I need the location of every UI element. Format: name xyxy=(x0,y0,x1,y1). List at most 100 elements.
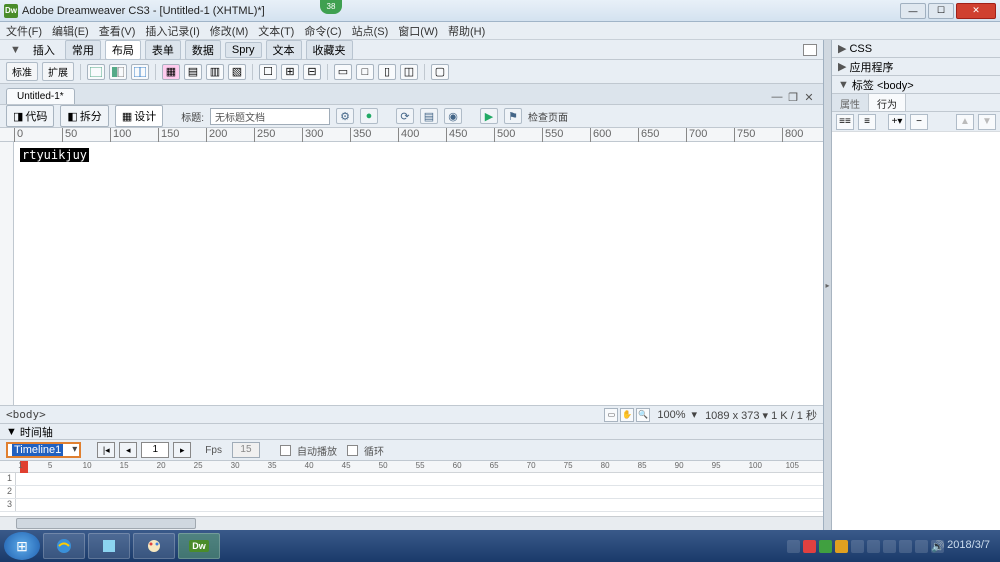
insert-tab-common[interactable]: 常用 xyxy=(65,40,101,60)
panel-tag[interactable]: ▼标签 <body> xyxy=(832,76,1000,94)
menu-window[interactable]: 窗口(W) xyxy=(398,23,438,39)
layout-icon-6[interactable]: ▥ xyxy=(206,64,224,80)
menu-view[interactable]: 查看(V) xyxy=(99,23,136,39)
layout-icon-2[interactable] xyxy=(109,64,127,80)
insert-tab-text[interactable]: 文本 xyxy=(266,40,302,60)
autoplay-checkbox[interactable] xyxy=(280,445,291,456)
tray-icon[interactable] xyxy=(867,540,880,553)
behavior-add-button[interactable]: +▾ xyxy=(888,114,906,130)
timeline-first-button[interactable]: |◂ xyxy=(97,442,115,458)
layout-icon-15[interactable]: ▢ xyxy=(431,64,449,80)
layout-icon-13[interactable]: ▯ xyxy=(378,64,396,80)
start-button[interactable]: ⊞ xyxy=(4,532,40,560)
timeline-next-button[interactable]: ▸ xyxy=(173,442,191,458)
timeline-collapse-icon[interactable]: ▼ xyxy=(6,426,17,438)
insert-tab-fav[interactable]: 收藏夹 xyxy=(306,40,353,60)
tab-behaviors[interactable]: 行为 xyxy=(869,94,906,111)
behavior-up-button[interactable]: ▲ xyxy=(956,114,974,130)
check-page-label[interactable]: 检查页面 xyxy=(528,109,568,124)
menu-site[interactable]: 站点(S) xyxy=(352,23,389,39)
behavior-down-button[interactable]: ▼ xyxy=(978,114,996,130)
timeline-scrollbar[interactable] xyxy=(0,516,823,530)
fps-input[interactable]: 15 xyxy=(232,442,260,458)
panel-css[interactable]: ▶CSS xyxy=(832,40,1000,58)
insert-menu-icon[interactable] xyxy=(803,44,817,56)
layout-standard-button[interactable]: 标准 xyxy=(6,62,38,81)
title-input[interactable]: 无标题文档 xyxy=(210,108,330,125)
close-button[interactable]: ✕ xyxy=(956,3,996,19)
menu-edit[interactable]: 编辑(E) xyxy=(52,23,89,39)
status-zoom-icon[interactable]: 🔍 xyxy=(636,408,650,422)
tray-icon[interactable] xyxy=(915,540,928,553)
taskbar-clock[interactable]: 2018/3/7 xyxy=(947,539,990,552)
behavior-btn-1[interactable]: ≡≡ xyxy=(836,114,854,130)
loop-checkbox[interactable] xyxy=(347,445,358,456)
timeline-header[interactable]: ▼ 时间轴 xyxy=(0,424,823,440)
selected-text[interactable]: rtyuikjuy xyxy=(20,148,89,162)
status-hand-icon[interactable]: ✋ xyxy=(620,408,634,422)
tray-icon[interactable] xyxy=(899,540,912,553)
behavior-btn-2[interactable]: ≡ xyxy=(858,114,876,130)
menu-commands[interactable]: 命令(C) xyxy=(304,23,341,39)
timeline-frame-input[interactable]: 1 xyxy=(141,442,169,458)
layout-icon-11[interactable]: ▭ xyxy=(334,64,352,80)
document-tab[interactable]: Untitled-1* xyxy=(6,88,75,104)
tray-volume-icon[interactable]: 🔊 xyxy=(931,540,944,553)
timeline-prev-button[interactable]: ◂ xyxy=(119,442,137,458)
timeline-row[interactable]: 2 xyxy=(0,486,823,499)
tray-icon[interactable] xyxy=(851,540,864,553)
layout-icon-5[interactable]: ▤ xyxy=(184,64,202,80)
layout-icon-7[interactable]: ▧ xyxy=(228,64,246,80)
behavior-remove-button[interactable]: − xyxy=(910,114,928,130)
layout-icon-12[interactable]: □ xyxy=(356,64,374,80)
taskbar-dreamweaver[interactable]: Dw xyxy=(178,533,220,559)
insert-tab-data[interactable]: 数据 xyxy=(185,40,221,60)
doc-icon-preview[interactable]: ▶ xyxy=(480,108,498,124)
doc-icon-debug[interactable]: ⚑ xyxy=(504,108,522,124)
tray-icon[interactable] xyxy=(883,540,896,553)
taskbar-paint[interactable] xyxy=(133,533,175,559)
doc-icon-check[interactable]: ⚙ xyxy=(336,108,354,124)
timeline-row[interactable]: 1 xyxy=(0,473,823,486)
view-code-button[interactable]: ◨代码 xyxy=(6,105,54,127)
insert-tab-spry[interactable]: Spry xyxy=(225,42,262,58)
menu-file[interactable]: 文件(F) xyxy=(6,23,42,39)
document-view[interactable]: rtyuikjuy xyxy=(14,142,823,405)
insert-tab-layout[interactable]: 布局 xyxy=(105,40,141,60)
menu-insert[interactable]: 插入记录(I) xyxy=(145,23,199,39)
layout-icon-10[interactable]: ⊟ xyxy=(303,64,321,80)
layout-icon-3[interactable] xyxy=(131,64,149,80)
layout-icon-8[interactable]: ☐ xyxy=(259,64,277,80)
menu-help[interactable]: 帮助(H) xyxy=(448,23,485,39)
doc-icon-list[interactable]: ▤ xyxy=(420,108,438,124)
layout-icon-9[interactable]: ⊞ xyxy=(281,64,299,80)
system-tray[interactable]: 🔊 2018/3/7 xyxy=(787,539,996,552)
doc-close[interactable]: ✕ xyxy=(802,90,816,104)
doc-restore[interactable]: ❐ xyxy=(786,90,800,104)
doc-icon-opts[interactable]: ◉ xyxy=(444,108,462,124)
tag-selector[interactable]: <body> xyxy=(6,408,46,421)
minimize-button[interactable]: — xyxy=(900,3,926,19)
view-design-button[interactable]: ▦设计 xyxy=(115,105,163,127)
layout-icon-4[interactable]: ▦ xyxy=(162,64,180,80)
maximize-button[interactable]: ☐ xyxy=(928,3,954,19)
insert-toggle[interactable]: ▼ xyxy=(6,44,25,56)
panel-collapse-button[interactable]: ▸ xyxy=(824,40,832,530)
doc-icon-globe[interactable]: ● xyxy=(360,108,378,124)
status-select-icon[interactable]: ▭ xyxy=(604,408,618,422)
layout-expand-button[interactable]: 扩展 xyxy=(42,62,74,81)
timeline-select[interactable]: Timeline1 xyxy=(6,442,81,458)
view-split-button[interactable]: ◧拆分 xyxy=(60,105,108,127)
tray-icon[interactable] xyxy=(803,540,816,553)
tray-icon[interactable] xyxy=(835,540,848,553)
doc-icon-refresh[interactable]: ⟳ xyxy=(396,108,414,124)
timeline-row[interactable]: 3 xyxy=(0,499,823,512)
panel-application[interactable]: ▶应用程序 xyxy=(832,58,1000,76)
layout-icon-14[interactable]: ◫ xyxy=(400,64,418,80)
tray-icon[interactable] xyxy=(787,540,800,553)
insert-tab-forms[interactable]: 表单 xyxy=(145,40,181,60)
menu-modify[interactable]: 修改(M) xyxy=(210,23,249,39)
doc-minimize[interactable]: — xyxy=(770,90,784,104)
tray-icon[interactable] xyxy=(819,540,832,553)
zoom-level[interactable]: 100% xyxy=(657,409,685,421)
